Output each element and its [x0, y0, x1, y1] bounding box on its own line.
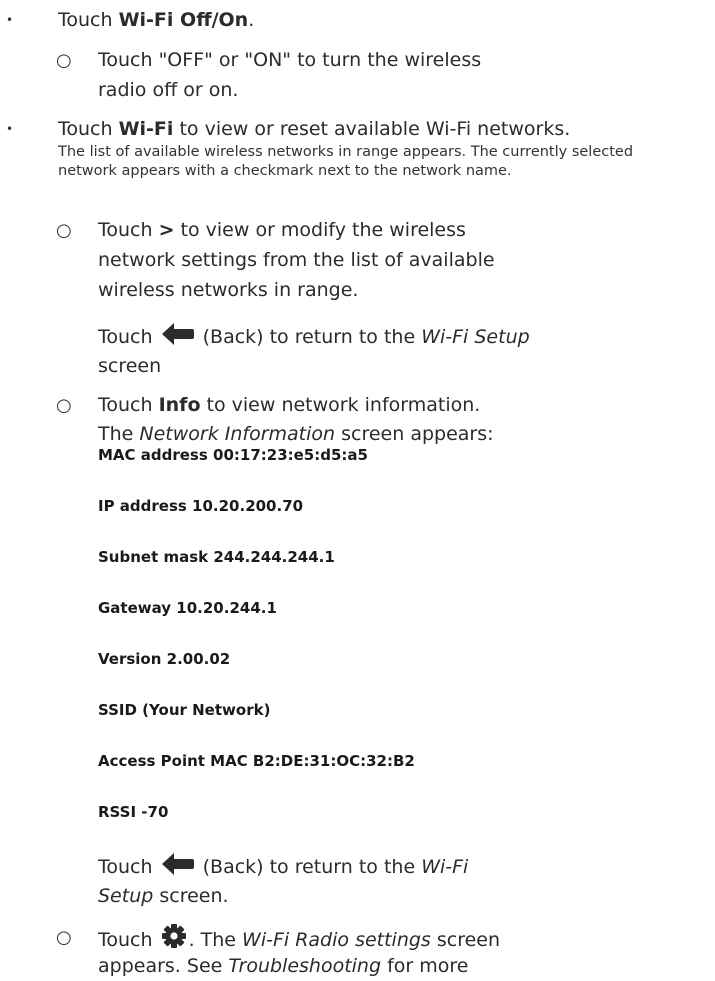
screen-name: Wi-Fi Radio settings — [242, 929, 431, 951]
sub-item-info-line2: The Network Information screen appears: — [98, 420, 494, 449]
text: to view or modify the wireless — [174, 219, 466, 241]
text: Touch — [98, 929, 159, 951]
bullet-mark: • — [6, 122, 14, 136]
text: . The — [188, 929, 243, 951]
sub-item-off-on: Touch "OFF" or "ON" to turn the wireless — [98, 49, 482, 71]
bullet-wifi-networks: Touch Wi-Fi to view or reset available W… — [58, 115, 570, 144]
text: for more — [381, 955, 469, 977]
screen-name: Setup — [98, 885, 154, 907]
info-ip-address: IP address 10.20.200.70 — [98, 497, 304, 515]
text: . — [248, 9, 255, 31]
info-subnet-mask: Subnet mask 244.244.244.1 — [98, 548, 335, 566]
note-line-2: network appears with a checkmark next to… — [58, 163, 512, 179]
text: screen. — [153, 885, 229, 907]
text: (Back) to return to the — [196, 326, 422, 348]
sub-item-modify: Touch > to view or modify the wireless — [98, 216, 466, 245]
back-instruction-2: Touch (Back) to return to the Wi-Fi — [98, 852, 468, 885]
note-line-1: The list of available wireless networks … — [58, 144, 634, 160]
info-version: Version 2.00.02 — [98, 650, 231, 668]
bold-term: Wi-Fi Off/On — [118, 9, 249, 31]
sub-item-info: Touch Info to view network information. — [98, 391, 480, 420]
back-arrow-icon — [161, 322, 195, 355]
info-ap-mac: Access Point MAC B2:DE:31:OC:32:B2 — [98, 752, 415, 770]
text: Touch — [58, 9, 119, 31]
bold-term: Wi-Fi — [118, 118, 174, 140]
sub-item-settings-line2: appears. See Troubleshooting for more — [98, 952, 468, 981]
text: Touch — [98, 394, 159, 416]
sub-item-modify-line2: network settings from the list of availa… — [98, 249, 495, 271]
text: The — [98, 423, 140, 445]
info-rssi: RSSI -70 — [98, 803, 169, 821]
bullet-mark: • — [6, 13, 14, 27]
text: (Back) to return to the — [196, 856, 422, 878]
text: appears. See — [98, 955, 229, 977]
screen-name: Troubleshooting — [228, 955, 382, 977]
sub-item-off-on-line2: radio off or on. — [98, 79, 239, 101]
back-instruction-2-line2: Setup screen. — [98, 882, 229, 911]
back-instruction-1-line2: screen — [98, 355, 162, 377]
text: screen — [430, 929, 501, 951]
back-instruction-1: Touch (Back) to return to the Wi-Fi Setu… — [98, 322, 530, 355]
bold-term: > — [158, 219, 175, 241]
bullet-wifi-onoff: Touch Wi-Fi Off/On. — [58, 6, 254, 35]
text: Touch — [98, 326, 159, 348]
sub-bullet-mark: ○ — [56, 927, 72, 948]
sub-bullet-mark: ○ — [56, 395, 72, 416]
info-gateway: Gateway 10.20.244.1 — [98, 599, 277, 617]
text: to view network information. — [200, 394, 481, 416]
text: Touch — [98, 856, 159, 878]
text: to view or reset available Wi-Fi network… — [173, 118, 571, 140]
screen-name: Wi-Fi — [421, 856, 469, 878]
info-mac-address: MAC address 00:17:23:e5:d5:a5 — [98, 446, 368, 464]
info-ssid: SSID (Your Network) — [98, 701, 271, 719]
screen-name: Network Information — [139, 423, 336, 445]
text: Touch — [98, 219, 159, 241]
screen-name: Wi-Fi Setup — [421, 326, 530, 348]
sub-bullet-mark: ○ — [56, 220, 72, 241]
sub-bullet-mark: ○ — [56, 50, 72, 71]
text: screen appears: — [335, 423, 494, 445]
bold-term: Info — [158, 394, 201, 416]
sub-item-modify-line3: wireless networks in range. — [98, 279, 359, 301]
text: Touch — [58, 118, 119, 140]
back-arrow-icon — [161, 852, 195, 885]
